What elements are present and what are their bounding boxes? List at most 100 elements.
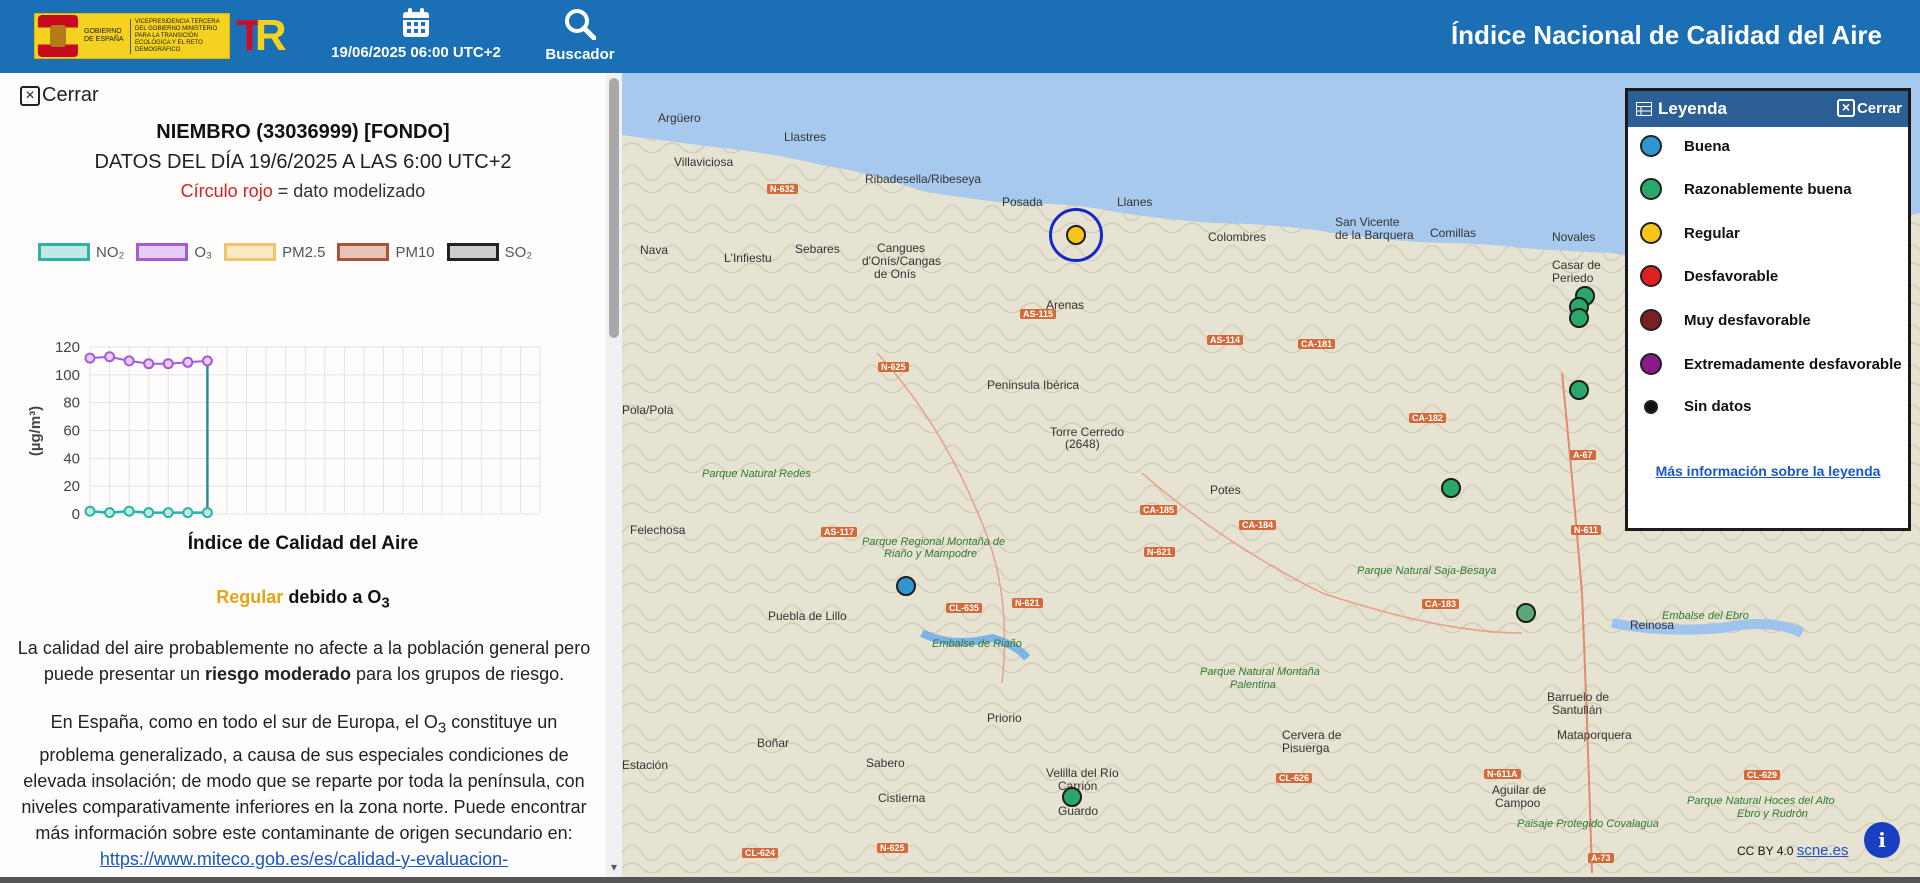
- city-label: Periedo: [1552, 271, 1594, 285]
- data-point: [162, 358, 174, 370]
- station-date: DATOS DEL DÍA 19/6/2025 A LAS 6:00 UTC+2: [94, 151, 512, 173]
- park-label: Embalse de Riaño: [932, 638, 1022, 650]
- park-label: Parque Natural Saja-Besaya: [1357, 565, 1497, 577]
- road-label: CA-184: [1239, 520, 1277, 530]
- road-label: AS-114: [1207, 335, 1244, 345]
- city-label: Villaviciosa: [674, 155, 734, 169]
- city-label: Pola/Pola: [622, 403, 674, 417]
- y-tick-label: 0: [72, 506, 80, 523]
- city-label: Casar de: [1552, 258, 1601, 272]
- ministry-text: VICEPRESIDENCIA TERCERA DEL GOBIERNO MIN…: [130, 18, 220, 54]
- city-label: Guardo: [1058, 804, 1099, 818]
- legend-chip[interactable]: PM10: [337, 243, 435, 261]
- station-title: NIEMBRO (33036999) [FONDO]: [156, 121, 450, 143]
- city-label: de Onís: [874, 267, 917, 281]
- legend-label: O₃: [194, 243, 213, 261]
- city-label: Peninsula Ibérica: [987, 378, 1080, 392]
- city-label: Boñar: [757, 736, 790, 750]
- road-label: CL-629: [1744, 770, 1781, 780]
- close-panel-button[interactable]: × Cerrar: [20, 84, 99, 107]
- y-tick-label: 100: [55, 367, 80, 384]
- park-label: Parque Natural Montaña: [1200, 666, 1320, 678]
- legend-item-label: Desfavorable: [1684, 267, 1779, 285]
- station-marker[interactable]: [896, 576, 916, 596]
- road-label: AS-115: [1020, 309, 1057, 319]
- date-button[interactable]: 19/06/2025 06:00 UTC+2: [318, 8, 514, 61]
- data-point: [123, 505, 135, 517]
- station-marker[interactable]: [1569, 380, 1589, 400]
- station-marker[interactable]: [1062, 787, 1082, 807]
- legend-chip[interactable]: NO₂: [38, 243, 124, 261]
- legend-swatch: [446, 243, 499, 261]
- station-marker[interactable]: [1569, 308, 1589, 328]
- city-label: Aguilar de: [1492, 783, 1547, 797]
- city-label: Cangues: [877, 241, 926, 255]
- city-label: Llastres: [784, 130, 827, 144]
- city-label: Sebares: [795, 242, 840, 256]
- aqi-description: La calidad del aire probablemente no afe…: [16, 635, 592, 687]
- table-icon: [1636, 102, 1652, 116]
- road-label: N-625: [878, 362, 909, 372]
- legend-chip[interactable]: SO₂: [446, 243, 532, 261]
- legend-chip[interactable]: PM2.5: [224, 243, 325, 261]
- road-label: CL-624: [742, 848, 779, 858]
- data-point: [143, 358, 155, 370]
- road-label: N-611: [1571, 525, 1602, 535]
- station-marker[interactable]: [1516, 603, 1536, 623]
- legend-item: Razonablemente buena: [1640, 178, 1852, 200]
- data-point: [201, 507, 213, 519]
- park-label: Parque Regional Montaña de: [862, 536, 1006, 548]
- station-panel: × Cerrar NIEMBRO (33036999) [FONDO] DATO…: [0, 73, 622, 883]
- city-label: Llanes: [1117, 195, 1153, 209]
- legend-color-dot: [1640, 135, 1662, 157]
- legend-item-label: Sin datos: [1684, 398, 1752, 415]
- data-point: [143, 507, 155, 519]
- city-label: Argüero: [658, 111, 701, 125]
- legend-close-label: Cerrar: [1856, 99, 1902, 117]
- park-label: Ebro y Rudrón: [1737, 808, 1808, 820]
- park-label: Parque Natural Redes: [702, 468, 811, 480]
- legend-item-label: Razonablemente buena: [1684, 180, 1852, 198]
- ozone-description: En España, como en todo el sur de Europa…: [16, 709, 592, 883]
- scne-link[interactable]: scne.es: [1797, 842, 1849, 859]
- city-label: Colombres: [1208, 230, 1267, 244]
- city-label: Santullán: [1552, 703, 1603, 717]
- modeled-note-red: Círculo rojo: [180, 181, 273, 201]
- road-label: CA-185: [1140, 505, 1178, 515]
- aqi-sub: 3: [381, 594, 390, 612]
- data-point: [84, 505, 96, 517]
- data-point: [104, 507, 116, 519]
- y-tick-label: 60: [63, 423, 80, 440]
- legend-swatch: [337, 243, 390, 261]
- calendar-icon: [403, 8, 429, 37]
- data-point: [162, 507, 174, 519]
- legend-item-label: Extremadamente desfavorable: [1684, 355, 1902, 373]
- city-label: (2648): [1065, 437, 1100, 451]
- close-legend-button[interactable]: × Cerrar: [1836, 99, 1902, 117]
- road-label: A-73: [1588, 853, 1614, 863]
- legend-item: Extremadamente desfavorable: [1640, 353, 1902, 375]
- aqi-status: Regular debido a O3: [0, 587, 606, 612]
- station-marker[interactable]: [1441, 478, 1461, 498]
- info-icon[interactable]: i: [1864, 822, 1900, 858]
- road-label: CA-183: [1422, 599, 1460, 609]
- y-tick-label: 120: [55, 339, 80, 356]
- legend-item-label: Buena: [1684, 137, 1730, 155]
- road-label: CA-181: [1298, 339, 1336, 349]
- legend-item-label: Regular: [1684, 224, 1740, 242]
- park-label: Parque Natural Hoces del Alto: [1687, 795, 1835, 807]
- selected-station-ring: [1049, 208, 1103, 262]
- city-label: Priorio: [987, 711, 1022, 725]
- city-label: Ribadesella/Ribeseya: [865, 172, 982, 186]
- scrollbar-thumb[interactable]: [609, 78, 619, 338]
- legend-swatch: [224, 243, 277, 261]
- search-button[interactable]: Buscador: [540, 8, 620, 63]
- prtr-logo[interactable]: TR: [236, 13, 287, 59]
- legend-chip[interactable]: O₃: [136, 243, 212, 261]
- close-label: Cerrar: [42, 84, 99, 106]
- data-point: [104, 351, 116, 363]
- scroll-down-icon[interactable]: ▾: [606, 860, 622, 876]
- aqi-level: Regular: [216, 587, 284, 607]
- legend-info-link[interactable]: Más información sobre la leyenda: [1628, 463, 1908, 479]
- government-logo[interactable]: GOBIERNO DE ESPAÑA VICEPRESIDENCIA TERCE…: [34, 13, 230, 59]
